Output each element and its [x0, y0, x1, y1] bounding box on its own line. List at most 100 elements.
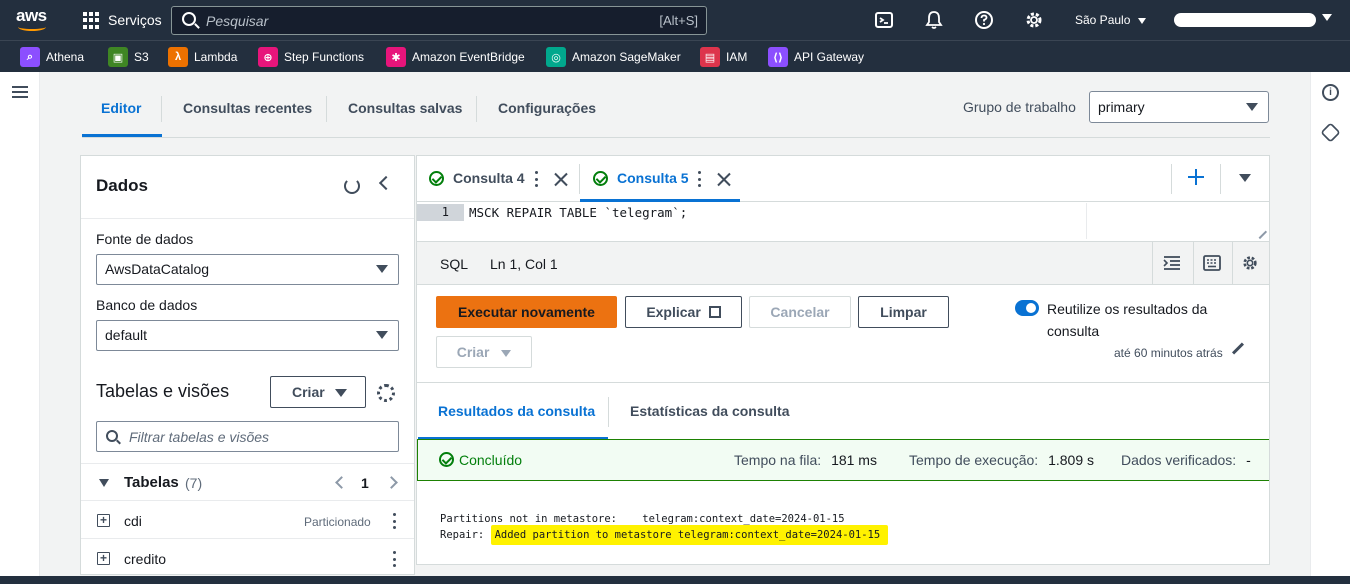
gear-icon[interactable]: [377, 384, 395, 402]
favorite-label: S3: [134, 50, 149, 64]
region-selector[interactable]: São Paulo: [1075, 13, 1146, 27]
reuse-results-toggle[interactable]: [1015, 300, 1039, 316]
favorite-iam[interactable]: ▤ IAM: [700, 46, 747, 68]
create-button[interactable]: Criar: [436, 336, 532, 368]
add-query-tab-icon[interactable]: [1188, 169, 1204, 185]
account-menu[interactable]: [1174, 13, 1316, 27]
menu-icon[interactable]: [12, 86, 28, 98]
settings-icon[interactable]: [1024, 10, 1044, 30]
search-icon: [106, 430, 118, 442]
query-tab-active[interactable]: Consulta 5: [580, 156, 740, 202]
expand-icon[interactable]: +: [97, 514, 110, 527]
output-prefix: Repair:: [440, 529, 491, 541]
edit-pencil-icon[interactable]: [1231, 342, 1245, 355]
keyboard-shortcuts-icon[interactable]: [1203, 255, 1221, 271]
favorite-athena[interactable]: ⌕ Athena: [20, 46, 84, 68]
explain-label: Explicar: [646, 304, 701, 320]
more-actions-icon[interactable]: [392, 513, 396, 529]
table-row[interactable]: + credito: [81, 540, 414, 574]
clear-button[interactable]: Limpar: [858, 296, 949, 328]
page-number[interactable]: 1: [361, 475, 369, 491]
tab-recent-queries[interactable]: Consultas recentes: [183, 100, 312, 116]
query-actions: Executar novamente Explicar Cancelar Lim…: [417, 286, 1269, 382]
top-navigation-bar: aws Serviços [Alt+S] São Paulo: [0, 0, 1350, 40]
caret-down-icon: [99, 479, 109, 487]
refresh-icon[interactable]: [344, 178, 360, 194]
chevron-down-icon: [376, 265, 388, 273]
close-tab-icon[interactable]: [717, 172, 731, 186]
cancel-button[interactable]: Cancelar: [749, 296, 851, 328]
cloudshell-icon[interactable]: [874, 10, 894, 30]
expand-icon[interactable]: +: [97, 552, 110, 565]
code-editor[interactable]: 1 MSCK REPAIR TABLE `telegram`;: [417, 203, 1269, 241]
divider: [81, 218, 414, 219]
explain-button[interactable]: Explicar: [625, 296, 742, 328]
favorite-eventbridge[interactable]: ✱ Amazon EventBridge: [386, 46, 525, 68]
create-table-button[interactable]: Criar: [270, 376, 366, 408]
database-select[interactable]: default: [96, 320, 399, 351]
help-icon[interactable]: [974, 10, 994, 30]
format-query-icon[interactable]: [1163, 255, 1181, 271]
status-text: Concluído: [459, 452, 523, 468]
step-functions-icon: ⊕: [258, 47, 278, 67]
favorite-label: Step Functions: [284, 50, 365, 64]
favorite-step-functions[interactable]: ⊕ Step Functions: [258, 46, 364, 68]
tables-views-title: Tabelas e visões: [96, 381, 230, 401]
favorite-s3[interactable]: ▣ S3: [108, 46, 149, 68]
chevron-down-icon: [335, 389, 347, 397]
aws-logo[interactable]: aws: [16, 7, 52, 34]
workgroup-select[interactable]: primary: [1089, 91, 1269, 123]
account-caret-icon[interactable]: [1322, 14, 1332, 21]
region-caret-icon: [1137, 17, 1146, 24]
favorite-api-gateway[interactable]: ⟨⟩ API Gateway: [768, 46, 864, 68]
favorite-lambda[interactable]: λ Lambda: [168, 46, 237, 68]
table-row[interactable]: + cdi Particionado: [81, 502, 414, 539]
editor-status-bar: SQL Ln 1, Col 1: [417, 241, 1269, 285]
run-again-button[interactable]: Executar novamente: [436, 296, 617, 328]
bell-icon[interactable]: [924, 10, 944, 30]
tab-separator: [476, 96, 477, 122]
resize-handle-icon[interactable]: [1252, 224, 1268, 240]
tab-query-stats[interactable]: Estatísticas da consulta: [630, 403, 790, 419]
query-tab-label: Consulta 5: [617, 170, 689, 186]
search-box[interactable]: [Alt+S]: [171, 6, 707, 35]
tab-separator: [161, 96, 162, 122]
output-line: Repair: Added partition to metastore tel…: [440, 525, 889, 545]
table-filter[interactable]: [96, 421, 399, 452]
data-panel-title: Dados: [96, 176, 148, 195]
data-source-select[interactable]: AwsDataCatalog: [96, 254, 399, 285]
favorite-sagemaker[interactable]: ◎ Amazon SageMaker: [546, 46, 681, 68]
table-filter-input[interactable]: [129, 428, 389, 446]
more-actions-icon[interactable]: [534, 171, 538, 187]
previous-page-icon[interactable]: [335, 476, 348, 489]
services-menu[interactable]: Serviços: [108, 12, 162, 28]
tutorial-icon[interactable]: [1320, 122, 1341, 143]
favorite-label: Amazon EventBridge: [412, 50, 525, 64]
query-tab-label: Consulta 4: [453, 170, 525, 186]
tab-query-results[interactable]: Resultados da consulta: [438, 403, 595, 419]
success-check-icon: [439, 452, 454, 467]
close-tab-icon[interactable]: [554, 172, 568, 186]
more-actions-icon[interactable]: [392, 551, 396, 567]
language-label: SQL: [440, 256, 469, 272]
search-input[interactable]: [206, 11, 606, 31]
tab-editor[interactable]: Editor: [101, 100, 141, 116]
aws-smile-icon: [18, 23, 46, 31]
services-grid-icon[interactable]: [83, 12, 100, 29]
chevron-down-icon: [1246, 103, 1258, 111]
collapse-panel-icon[interactable]: [378, 175, 394, 191]
reuse-results-label: Reutilize os resultados da consulta: [1047, 301, 1208, 339]
queue-time-label: Tempo na fila:: [734, 452, 822, 468]
tables-section-header[interactable]: Tabelas (7) 1: [81, 463, 414, 501]
data-scanned-value: -: [1246, 452, 1251, 468]
more-actions-icon[interactable]: [697, 171, 701, 187]
divider: [1193, 242, 1194, 284]
tab-settings[interactable]: Configurações: [498, 100, 596, 116]
info-icon[interactable]: i: [1322, 84, 1339, 101]
gear-icon[interactable]: [1241, 255, 1259, 271]
query-tab[interactable]: Consulta 4: [417, 156, 577, 202]
next-page-icon[interactable]: [385, 476, 398, 489]
chevron-down-icon[interactable]: [1239, 174, 1251, 182]
code-line[interactable]: MSCK REPAIR TABLE `telegram`;: [469, 205, 687, 220]
tab-saved-queries[interactable]: Consultas salvas: [348, 100, 462, 116]
